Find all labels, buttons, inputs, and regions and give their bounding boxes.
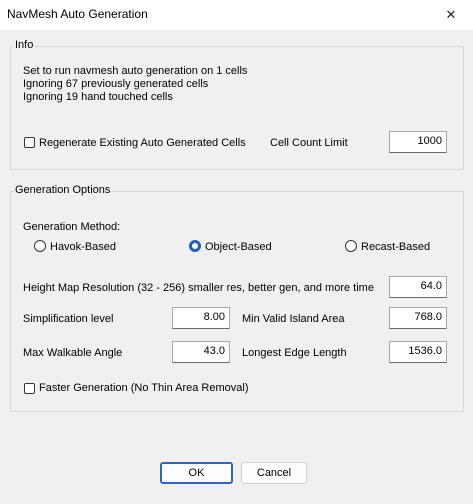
simplification-input[interactable]: 8.00 [172,307,230,329]
min-island-label: Min Valid Island Area [242,313,345,325]
recast-radio[interactable] [345,240,357,252]
object-label[interactable]: Object-Based [205,241,272,253]
info-line-3: Ignoring 19 hand touched cells [23,91,173,103]
close-button[interactable]: ✕ [429,0,473,30]
faster-generation-checkbox[interactable] [24,383,35,394]
min-island-input[interactable]: 768.0 [389,307,447,329]
faster-generation-label[interactable]: Faster Generation (No Thin Area Removal) [39,382,249,394]
info-line-1: Set to run navmesh auto generation on 1 … [23,65,248,77]
cell-count-label: Cell Count Limit [270,137,348,149]
cancel-button[interactable]: Cancel [241,462,307,484]
object-radio[interactable] [189,240,201,252]
info-line-2: Ignoring 67 previously generated cells [23,78,209,90]
regenerate-label[interactable]: Regenerate Existing Auto Generated Cells [39,137,246,149]
height-map-label: Height Map Resolution (32 - 256) smaller… [23,282,374,294]
max-walkable-input[interactable]: 43.0 [172,341,230,363]
regenerate-checkbox[interactable] [24,137,35,148]
longest-edge-label: Longest Edge Length [242,347,347,359]
generation-method-label: Generation Method: [23,221,121,233]
cell-count-input[interactable]: 1000 [389,131,447,153]
recast-label[interactable]: Recast-Based [361,241,430,253]
havok-label[interactable]: Havok-Based [50,241,116,253]
window-title: NavMesh Auto Generation [7,7,148,21]
ok-button[interactable]: OK [160,462,233,484]
close-icon: ✕ [445,7,457,22]
info-group-label: Info [14,39,35,51]
title-bar: NavMesh Auto Generation ✕ [0,0,473,30]
generation-options-label: Generation Options [14,184,112,196]
max-walkable-label: Max Walkable Angle [23,347,123,359]
longest-edge-input[interactable]: 1536.0 [389,341,447,363]
simplification-label: Simplification level [23,313,114,325]
havok-radio[interactable] [34,240,46,252]
height-map-input[interactable]: 64.0 [389,276,447,298]
